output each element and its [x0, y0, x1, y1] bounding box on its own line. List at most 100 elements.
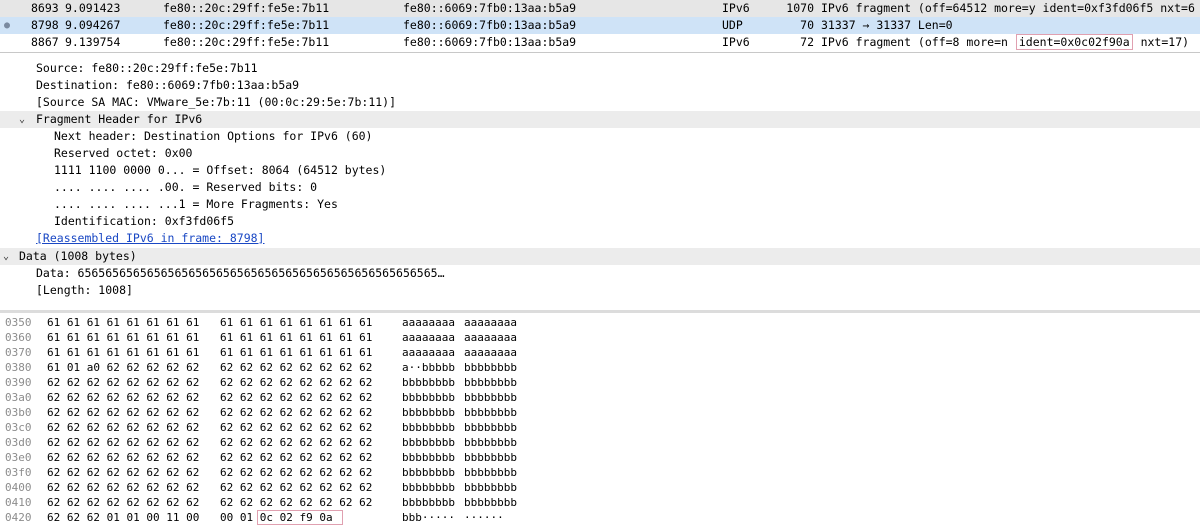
- hex-bytes-left: 62 62 62 62 62 62 62 62: [47, 481, 200, 494]
- packet-info-prefix: IPv6 fragment (off=8 more=n: [821, 35, 1015, 49]
- expand-chevron-icon[interactable]: ⌄: [3, 248, 9, 265]
- packet-info: IPv6 fragment (off=8 more=n ident=0x0c02…: [821, 34, 1189, 51]
- detail-data-length[interactable]: [Length: 1008]: [36, 282, 133, 299]
- detail-source[interactable]: Source: fe80::20c:29ff:fe5e:7b11: [36, 60, 258, 77]
- packet-length: 72: [800, 35, 814, 49]
- packet-destination: fe80::6069:7fb0:13aa:b5a9: [403, 1, 577, 15]
- hex-bytes-left: 62 62 62 62 62 62 62 62: [47, 451, 200, 464]
- packet-number: 8693: [31, 1, 59, 15]
- hex-bytes-left: 62 62 62 62 62 62 62 62: [47, 466, 200, 479]
- packet-row[interactable]: 8867 9.139754 fe80::20c:29ff:fe5e:7b11 f…: [0, 34, 1200, 51]
- ascii-left: bbbbbbbb: [402, 376, 455, 389]
- hex-offset: 0350: [5, 316, 32, 329]
- ascii-left: bbbbbbbb: [402, 496, 455, 509]
- hex-bytes-left: 62 62 62 62 62 62 62 62: [47, 391, 200, 404]
- detail-next-header[interactable]: Next header: Destination Options for IPv…: [54, 128, 373, 145]
- detail-reserved-bits[interactable]: .... .... .... .00. = Reserved bits: 0: [54, 179, 317, 196]
- hex-bytes-right: 62 62 62 62 62 62 62 62: [220, 481, 373, 494]
- hex-bytes-left: 61 01 a0 62 62 62 62 62: [47, 361, 200, 374]
- hex-bytes-right: 62 62 62 62 62 62 62 62: [220, 466, 373, 479]
- detail-destination[interactable]: Destination: fe80::6069:7fb0:13aa:b5a9: [36, 77, 299, 94]
- packet-protocol: IPv6: [722, 1, 750, 15]
- packet-row-selected[interactable]: ● 8798 9.094267 fe80::20c:29ff:fe5e:7b11…: [0, 17, 1200, 34]
- data-node-label: Data (1008 bytes): [19, 249, 137, 263]
- hex-bytes-right: 62 62 62 62 62 62 62 62: [220, 376, 373, 389]
- hex-bytes-right: 62 62 62 62 62 62 62 62: [220, 451, 373, 464]
- ascii-right: bbbbbbbb: [464, 361, 517, 374]
- ascii-right: bbbbbbbb: [464, 496, 517, 509]
- detail-data-value[interactable]: Data: 6565656565656565656565656565656565…: [36, 265, 445, 282]
- packet-destination: fe80::6069:7fb0:13aa:b5a9: [403, 18, 577, 32]
- ascii-right: aaaaaaaa: [464, 316, 517, 329]
- ascii-right: bbbbbbbb: [464, 391, 517, 404]
- reassembled-frame-link[interactable]: [Reassembled IPv6 in frame: 8798]: [36, 230, 264, 247]
- hex-offset: 0400: [5, 481, 32, 494]
- packet-info-suffix: nxt=17): [1133, 35, 1190, 49]
- hex-offset: 0380: [5, 361, 32, 374]
- hex-bytes-right: 61 61 61 61 61 61 61 61: [220, 331, 373, 344]
- ascii-right: bbbbbbbb: [464, 466, 517, 479]
- ascii-right: bbbbbbbb: [464, 376, 517, 389]
- packet-details-tree[interactable]: Source: fe80::20c:29ff:fe5e:7b11 Destina…: [0, 55, 1200, 308]
- hex-bytes-left: 62 62 62 62 62 62 62 62: [47, 436, 200, 449]
- ascii-left: bbbbbbbb: [402, 391, 455, 404]
- hex-offset: 03f0: [5, 466, 32, 479]
- expand-chevron-icon[interactable]: ⌄: [19, 111, 25, 128]
- ascii-left: bbbbbbbb: [402, 481, 455, 494]
- highlighted-bytes-box: [257, 510, 343, 525]
- hex-offset: 03b0: [5, 406, 32, 419]
- hex-offset: 03a0: [5, 391, 32, 404]
- data-node[interactable]: ⌄ Data (1008 bytes): [0, 248, 1200, 265]
- packet-number: 8867: [31, 35, 59, 49]
- packet-row[interactable]: 8693 9.091423 fe80::20c:29ff:fe5e:7b11 f…: [0, 0, 1200, 17]
- hex-offset: 0360: [5, 331, 32, 344]
- hex-bytes-right: 62 62 62 62 62 62 62 62: [220, 391, 373, 404]
- highlighted-ident: ident=0x0c02f90a: [1015, 34, 1133, 50]
- hex-bytes-right: 61 61 61 61 61 61 61 61: [220, 346, 373, 359]
- ascii-right: bbbbbbbb: [464, 481, 517, 494]
- ascii-left: bbbbbbbb: [402, 406, 455, 419]
- hex-offset: 0410: [5, 496, 32, 509]
- ascii-right: aaaaaaaa: [464, 331, 517, 344]
- packet-number: 8798: [31, 18, 59, 32]
- ascii-left: aaaaaaaa: [402, 346, 455, 359]
- detail-more-fragments[interactable]: .... .... .... ...1 = More Fragments: Ye…: [54, 196, 338, 213]
- ascii-left: bbbbbbbb: [402, 466, 455, 479]
- packet-source: fe80::20c:29ff:fe5e:7b11: [163, 35, 330, 49]
- hex-bytes-left: 61 61 61 61 61 61 61 61: [47, 331, 200, 344]
- ascii-right: ······: [464, 511, 504, 524]
- packet-info: IPv6 fragment (off=64512 more=y ident=0x…: [821, 1, 1195, 15]
- packet-list[interactable]: 8693 9.091423 fe80::20c:29ff:fe5e:7b11 f…: [0, 0, 1200, 53]
- hex-offset: 0370: [5, 346, 32, 359]
- ascii-right: bbbbbbbb: [464, 421, 517, 434]
- hex-bytes-right: 62 62 62 62 62 62 62 62: [220, 436, 373, 449]
- packet-source: fe80::20c:29ff:fe5e:7b11: [163, 18, 330, 32]
- ascii-right: bbbbbbbb: [464, 436, 517, 449]
- packet-source: fe80::20c:29ff:fe5e:7b11: [163, 1, 330, 15]
- packet-time: 9.094267: [65, 18, 121, 32]
- ascii-left: bbbbbbbb: [402, 421, 455, 434]
- detail-identification[interactable]: Identification: 0xf3fd06f5: [54, 213, 234, 230]
- hex-offset: 0390: [5, 376, 32, 389]
- detail-offset[interactable]: 1111 1100 0000 0... = Offset: 8064 (6451…: [54, 162, 386, 179]
- hex-bytes-right: 61 61 61 61 61 61 61 61: [220, 316, 373, 329]
- packet-protocol: IPv6: [722, 35, 750, 49]
- ascii-left: aaaaaaaa: [402, 316, 455, 329]
- fragment-header-node[interactable]: ⌄ Fragment Header for IPv6: [0, 111, 1200, 128]
- pane-splitter[interactable]: [0, 310, 1200, 313]
- packet-length: 1070: [786, 1, 814, 15]
- hex-dump-pane[interactable]: 0350 61 61 61 61 61 61 61 61 61 61 61 61 6…: [0, 314, 1200, 529]
- detail-source-mac[interactable]: [Source SA MAC: VMware_5e:7b:11 (00:0c:2…: [36, 94, 396, 111]
- hex-bytes-right: 62 62 62 62 62 62 62 62: [220, 406, 373, 419]
- packet-destination: fe80::6069:7fb0:13aa:b5a9: [403, 35, 577, 49]
- hex-bytes-left: 61 61 61 61 61 61 61 61: [47, 316, 200, 329]
- hex-bytes-left: 62 62 62 62 62 62 62 62: [47, 376, 200, 389]
- packet-time: 9.091423: [65, 1, 121, 15]
- hex-offset: 03c0: [5, 421, 32, 434]
- ascii-left: aaaaaaaa: [402, 331, 455, 344]
- detail-reserved-octet[interactable]: Reserved octet: 0x00: [54, 145, 192, 162]
- ascii-left: bbbbbbbb: [402, 451, 455, 464]
- packet-info: 31337 → 31337 Len=0: [821, 18, 953, 32]
- hex-bytes-left: 62 62 62 01 01 00 11 00: [47, 511, 200, 524]
- hex-row[interactable]: 0420 62 62 62 01 01 00 11 00 00 01 0c 02…: [0, 510, 1200, 525]
